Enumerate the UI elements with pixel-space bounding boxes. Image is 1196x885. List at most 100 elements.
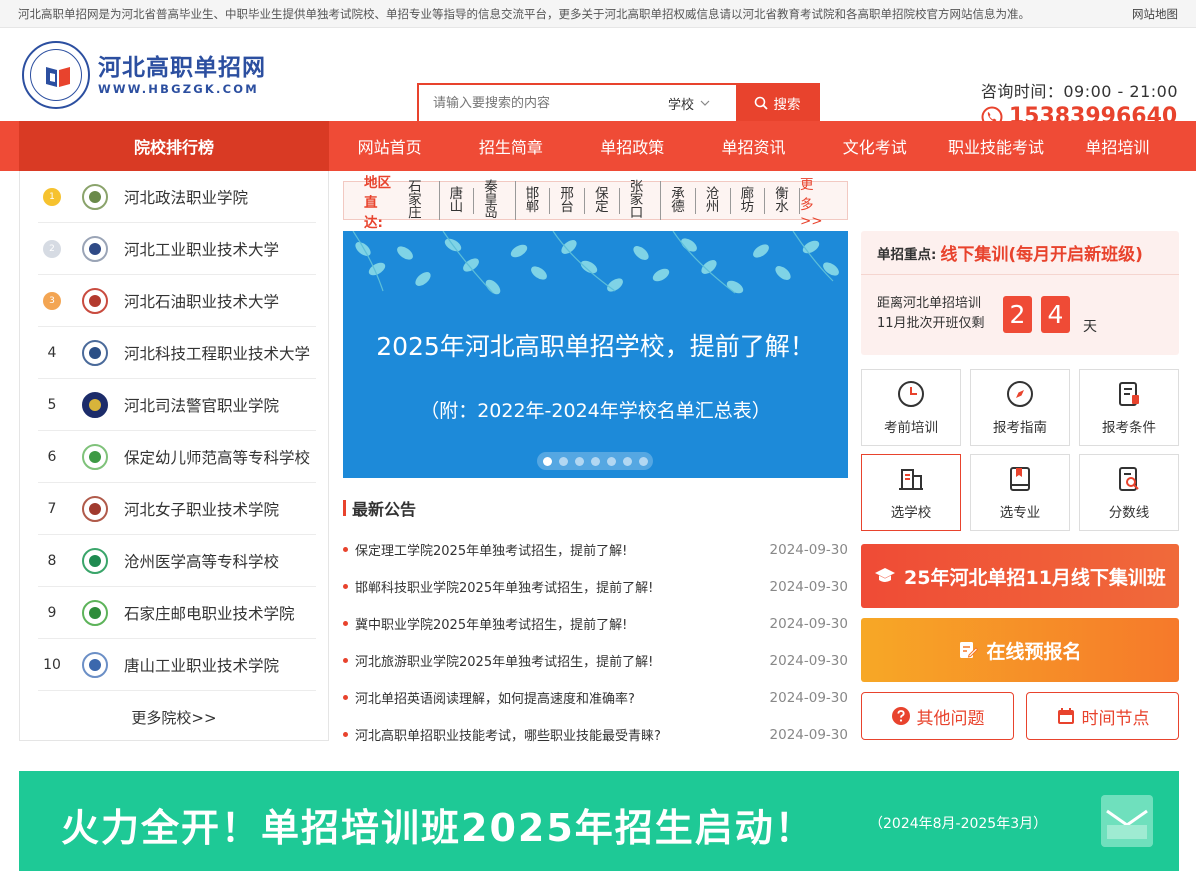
building-icon <box>899 469 923 490</box>
school-logo <box>82 287 108 314</box>
notice-title: 邯郸科技职业学院2025年单独考试招生，提前了解! <box>355 581 654 596</box>
document-icon <box>1119 382 1139 406</box>
region-link-zhangjiakou[interactable]: 张家口 <box>620 180 662 220</box>
carousel-dot[interactable] <box>606 456 616 466</box>
search-button[interactable]: 搜索 <box>736 85 818 121</box>
focus-value: 线下集训(每月开启新班级) <box>940 245 1143 265</box>
nav-item-culture-exam[interactable]: 文化考试 <box>814 121 935 171</box>
search-input[interactable] <box>419 85 668 121</box>
quick-link-guide[interactable]: 报考指南 <box>970 369 1070 446</box>
school-name: 河北政法职业学院 <box>124 188 249 207</box>
quick-link-label: 报考指南 <box>993 420 1047 436</box>
rank-number: 6 <box>47 448 57 465</box>
more-schools-link[interactable]: 更多院校>> <box>20 707 328 728</box>
school-logo <box>82 443 108 470</box>
list-item[interactable]: 10 唐山工业职业技术学院 <box>38 639 316 691</box>
nav-item-skill-exam[interactable]: 职业技能考试 <box>935 121 1056 171</box>
carousel-dot[interactable] <box>622 456 632 466</box>
nav-item-home[interactable]: 网站首页 <box>329 121 450 171</box>
bronze-medal-icon: 3 <box>43 291 61 310</box>
quick-link-choose-major[interactable]: 选专业 <box>970 454 1070 531</box>
carousel-dot[interactable] <box>542 456 552 466</box>
region-link-chengde[interactable]: 承德 <box>661 187 696 214</box>
region-link-xingtai[interactable]: 邢台 <box>550 187 586 214</box>
list-item[interactable]: 河北高职单招职业技能考试，哪些职业技能最受青睐? 2024-09-30 <box>343 716 848 753</box>
hero-banner[interactable]: 2025年河北高职单招学校，提前了解！ （附：2022年-2024年学校名单汇总… <box>343 231 848 478</box>
rank-number: 4 <box>47 344 57 361</box>
school-name: 唐山工业职业技术学院 <box>124 656 280 675</box>
region-link-tangshan[interactable]: 唐山 <box>440 187 475 214</box>
site-logo[interactable]: 河北高职单招网 WWW.HBGZGK.COM <box>22 41 266 109</box>
list-item[interactable]: 4 河北科技工程职业技术大学 <box>38 327 316 379</box>
nav-item-policy[interactable]: 单招政策 <box>572 121 693 171</box>
quick-link-choose-school[interactable]: 选学校 <box>861 454 961 531</box>
school-name: 河北司法警官职业学院 <box>124 396 280 415</box>
timeline-button[interactable]: 时间节点 <box>1026 692 1179 740</box>
quick-link-scores[interactable]: 分数线 <box>1079 454 1179 531</box>
carousel-dot[interactable] <box>638 456 648 466</box>
list-item[interactable]: 1 河北政法职业学院 <box>38 171 316 223</box>
region-label: 地区直达: <box>364 174 391 231</box>
list-item[interactable]: 冀中职业学院2025年单独考试招生，提前了解! 2024-09-30 <box>343 605 848 642</box>
quick-link-conditions[interactable]: 报考条件 <box>1079 369 1179 446</box>
list-item[interactable]: 3 河北石油职业技术大学 <box>38 275 316 327</box>
edit-form-icon <box>960 642 979 658</box>
region-link-shijiazhuang[interactable]: 石家庄 <box>398 180 440 220</box>
list-item[interactable]: 河北旅游职业学院2025年单独考试招生，提前了解! 2024-09-30 <box>343 642 848 679</box>
list-item[interactable]: 8 沧州医学高等专科学校 <box>38 535 316 587</box>
list-item[interactable]: 河北单招英语阅读理解，如何提高速度和准确率? 2024-09-30 <box>343 679 848 716</box>
region-link-cangzhou[interactable]: 沧州 <box>696 187 731 214</box>
region-link-baoding[interactable]: 保定 <box>585 187 620 214</box>
gold-medal-icon: 1 <box>43 187 61 206</box>
online-apply-button[interactable]: 在线预报名 <box>861 618 1179 682</box>
quick-link-exam-training[interactable]: 考前培训 <box>861 369 961 446</box>
search-document-icon <box>1119 467 1139 491</box>
promo-banner[interactable]: 火力全开！单招培训班2025年招生启动！ （2024年8月-2025年3月） <box>19 771 1179 871</box>
notice-title: 冀中职业学院2025年单独考试招生，提前了解! <box>355 618 628 633</box>
list-item[interactable]: 邯郸科技职业学院2025年单独考试招生，提前了解! 2024-09-30 <box>343 568 848 605</box>
list-item[interactable]: 9 石家庄邮电职业技术学院 <box>38 587 316 639</box>
nav-item-training[interactable]: 单招培训 <box>1057 121 1178 171</box>
region-link-hengshui[interactable]: 衡水 <box>765 187 800 214</box>
bullet-icon <box>343 547 348 552</box>
training-class-button[interactable]: 25年河北单招11月线下集训班 <box>861 544 1179 608</box>
envelope-icon <box>1101 795 1153 847</box>
list-item[interactable]: 7 河北女子职业技术学院 <box>38 483 316 535</box>
region-more-link[interactable]: 更多>> <box>800 173 825 229</box>
focus-key: 单招重点: <box>877 246 937 263</box>
nav-item-admission-guide[interactable]: 招生简章 <box>450 121 571 171</box>
compass-icon <box>1007 381 1033 407</box>
calendar-icon <box>1057 708 1074 724</box>
carousel-dot[interactable] <box>558 456 568 466</box>
training-class-label: 25年河北单招11月线下集训班 <box>904 566 1166 589</box>
search-bar: 学校 搜索 <box>417 83 820 123</box>
region-link-handan[interactable]: 邯郸 <box>516 187 551 214</box>
school-ranking: 1 河北政法职业学院 2 河北工业职业技术大学 3 河北石油职业技术大学 4 河… <box>19 171 329 741</box>
region-link-qinhuangdao[interactable]: 秦皇岛 <box>474 180 516 220</box>
school-name: 保定幼儿师范高等专科学校 <box>124 448 311 467</box>
rank-number: 10 <box>43 656 61 673</box>
sitemap-link[interactable]: 网站地图 <box>1132 6 1178 22</box>
book-icon <box>46 67 70 87</box>
logo-title: 河北高职单招网 <box>98 55 266 81</box>
list-item[interactable]: 6 保定幼儿师范高等专科学校 <box>38 431 316 483</box>
search-scope-select[interactable]: 学校 <box>668 94 736 113</box>
rank-tab[interactable]: 院校排行榜 <box>19 121 329 171</box>
countdown-digit: 2 <box>1003 296 1032 333</box>
main-column: 地区直达: 石家庄 唐山 秦皇岛 邯郸 邢台 保定 张家口 承德 沧州 廊坊 衡… <box>343 175 848 753</box>
school-logo <box>82 339 108 366</box>
list-item[interactable]: 保定理工学院2025年单独考试招生，提前了解! 2024-09-30 <box>343 531 848 568</box>
faq-button[interactable]: 其他问题 <box>861 692 1014 740</box>
quick-link-label: 分数线 <box>1108 505 1150 521</box>
school-logo <box>82 547 108 574</box>
nav-item-news[interactable]: 单招资讯 <box>693 121 814 171</box>
carousel-dot[interactable] <box>574 456 584 466</box>
region-link-langfang[interactable]: 廊坊 <box>731 187 766 214</box>
graduation-cap-icon <box>875 568 896 582</box>
region-bar: 地区直达: 石家庄 唐山 秦皇岛 邯郸 邢台 保定 张家口 承德 沧州 廊坊 衡… <box>343 175 848 231</box>
countdown-unit: 天 <box>1083 319 1097 335</box>
bullet-icon <box>343 695 348 700</box>
list-item[interactable]: 5 河北司法警官职业学院 <box>38 379 316 431</box>
carousel-dot[interactable] <box>590 456 600 466</box>
list-item[interactable]: 2 河北工业职业技术大学 <box>38 223 316 275</box>
